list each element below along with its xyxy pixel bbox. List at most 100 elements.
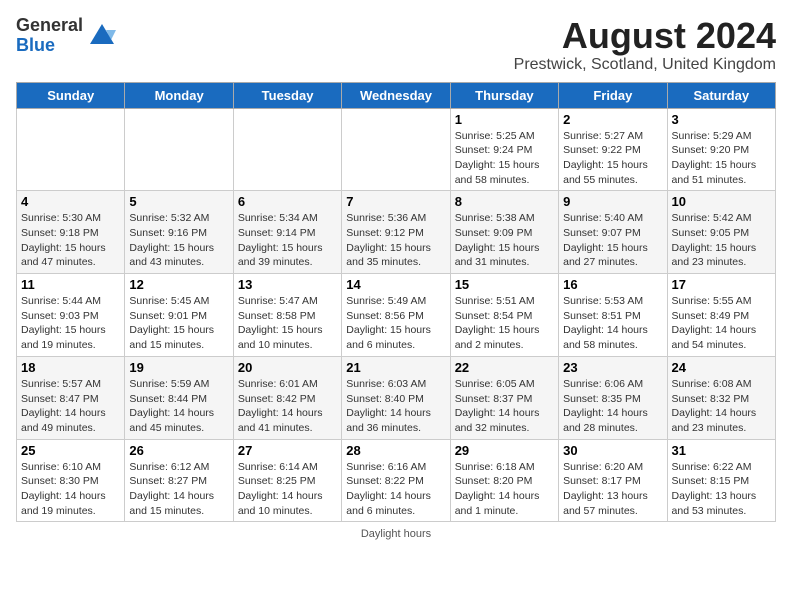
day-number: 10 (672, 194, 771, 209)
day-number: 24 (672, 360, 771, 375)
header-row: SundayMondayTuesdayWednesdayThursdayFrid… (17, 82, 776, 108)
calendar-header: SundayMondayTuesdayWednesdayThursdayFrid… (17, 82, 776, 108)
calendar-cell: 21 Sunrise: 6:03 AM Sunset: 8:40 PM Dayli… (342, 356, 450, 439)
calendar-cell: 30 Sunrise: 6:20 AM Sunset: 8:17 PM Dayli… (559, 439, 667, 522)
calendar-cell (17, 108, 125, 191)
day-info: Sunrise: 5:32 AM Sunset: 9:16 PM Dayligh… (129, 211, 228, 270)
day-number: 26 (129, 443, 228, 458)
day-number: 9 (563, 194, 662, 209)
day-number: 23 (563, 360, 662, 375)
calendar-cell: 1 Sunrise: 5:25 AM Sunset: 9:24 PM Daylig… (450, 108, 558, 191)
calendar-cell: 31 Sunrise: 6:22 AM Sunset: 8:15 PM Dayli… (667, 439, 775, 522)
calendar-cell: 3 Sunrise: 5:29 AM Sunset: 9:20 PM Daylig… (667, 108, 775, 191)
page-header: General Blue August 2024 Prestwick, Scot… (16, 16, 776, 74)
day-info: Sunrise: 5:25 AM Sunset: 9:24 PM Dayligh… (455, 129, 554, 188)
calendar-cell: 16 Sunrise: 5:53 AM Sunset: 8:51 PM Dayli… (559, 274, 667, 357)
month-year-title: August 2024 (514, 16, 776, 56)
calendar-cell: 2 Sunrise: 5:27 AM Sunset: 9:22 PM Daylig… (559, 108, 667, 191)
calendar-cell: 19Sunrise: 5:59 AM Sunset: 8:44 PM Dayli… (125, 356, 233, 439)
day-number: 19 (129, 360, 228, 375)
calendar-cell: 8Sunrise: 5:38 AM Sunset: 9:09 PM Daylig… (450, 191, 558, 274)
day-info: Sunrise: 5:29 AM Sunset: 9:20 PM Dayligh… (672, 129, 771, 188)
day-number: 30 (563, 443, 662, 458)
calendar-cell: 4Sunrise: 5:30 AM Sunset: 9:18 PM Daylig… (17, 191, 125, 274)
calendar-cell: 18 Sunrise: 5:57 AM Sunset: 8:47 PM Dayli… (17, 356, 125, 439)
logo-blue-text: Blue (16, 35, 55, 55)
day-info: Sunrise: 5:51 AM Sunset: 8:54 PM Dayligh… (455, 294, 554, 353)
day-info: Sunrise: 6:18 AM Sunset: 8:20 PM Dayligh… (455, 460, 554, 519)
calendar-week-3: 11Sunrise: 5:44 AM Sunset: 9:03 PM Dayli… (17, 274, 776, 357)
day-number: 16 (563, 277, 662, 292)
calendar-cell: 22 Sunrise: 6:05 AM Sunset: 8:37 PM Dayli… (450, 356, 558, 439)
calendar-week-5: 25Sunrise: 6:10 AM Sunset: 8:30 PM Dayli… (17, 439, 776, 522)
day-info: Sunrise: 6:12 AM Sunset: 8:27 PM Dayligh… (129, 460, 228, 519)
calendar-cell: 26 Sunrise: 6:12 AM Sunset: 8:27 PM Dayli… (125, 439, 233, 522)
day-number: 17 (672, 277, 771, 292)
calendar-week-4: 18 Sunrise: 5:57 AM Sunset: 8:47 PM Dayli… (17, 356, 776, 439)
day-info: Sunrise: 5:38 AM Sunset: 9:09 PM Dayligh… (455, 211, 554, 270)
day-number: 29 (455, 443, 554, 458)
day-info: Sunrise: 6:20 AM Sunset: 8:17 PM Dayligh… (563, 460, 662, 519)
calendar-cell: 23 Sunrise: 6:06 AM Sunset: 8:35 PM Dayli… (559, 356, 667, 439)
day-number: 15 (455, 277, 554, 292)
day-info: Sunrise: 6:06 AM Sunset: 8:35 PM Dayligh… (563, 377, 662, 436)
daylight-hours-label: Daylight hours (361, 528, 431, 540)
calendar-cell (233, 108, 341, 191)
day-info: Sunrise: 6:22 AM Sunset: 8:15 PM Dayligh… (672, 460, 771, 519)
calendar-cell (125, 108, 233, 191)
calendar-cell (342, 108, 450, 191)
day-info: Sunrise: 6:05 AM Sunset: 8:37 PM Dayligh… (455, 377, 554, 436)
calendar-cell: 27 Sunrise: 6:14 AM Sunset: 8:25 PM Dayli… (233, 439, 341, 522)
calendar-cell: 13Sunrise: 5:47 AM Sunset: 8:58 PM Dayli… (233, 274, 341, 357)
location-subtitle: Prestwick, Scotland, United Kingdom (514, 56, 776, 74)
day-info: Sunrise: 6:14 AM Sunset: 8:25 PM Dayligh… (238, 460, 337, 519)
day-info: Sunrise: 5:40 AM Sunset: 9:07 PM Dayligh… (563, 211, 662, 270)
calendar-cell: 28Sunrise: 6:16 AM Sunset: 8:22 PM Dayli… (342, 439, 450, 522)
calendar-cell: 12Sunrise: 5:45 AM Sunset: 9:01 PM Dayli… (125, 274, 233, 357)
day-info: Sunrise: 5:53 AM Sunset: 8:51 PM Dayligh… (563, 294, 662, 353)
calendar-cell: 5 Sunrise: 5:32 AM Sunset: 9:16 PM Daylig… (125, 191, 233, 274)
day-number: 14 (346, 277, 445, 292)
calendar-table: SundayMondayTuesdayWednesdayThursdayFrid… (16, 82, 776, 523)
calendar-cell: 24 Sunrise: 6:08 AM Sunset: 8:32 PM Dayli… (667, 356, 775, 439)
header-day-sunday: Sunday (17, 82, 125, 108)
day-info: Sunrise: 5:42 AM Sunset: 9:05 PM Dayligh… (672, 211, 771, 270)
day-number: 18 (21, 360, 120, 375)
day-number: 27 (238, 443, 337, 458)
day-number: 13 (238, 277, 337, 292)
calendar-cell: 9 Sunrise: 5:40 AM Sunset: 9:07 PM Daylig… (559, 191, 667, 274)
header-day-wednesday: Wednesday (342, 82, 450, 108)
calendar-week-2: 4Sunrise: 5:30 AM Sunset: 9:18 PM Daylig… (17, 191, 776, 274)
day-info: Sunrise: 5:49 AM Sunset: 8:56 PM Dayligh… (346, 294, 445, 353)
title-block: August 2024 Prestwick, Scotland, United … (514, 16, 776, 74)
day-number: 7 (346, 194, 445, 209)
day-number: 2 (563, 112, 662, 127)
day-info: Sunrise: 6:03 AM Sunset: 8:40 PM Dayligh… (346, 377, 445, 436)
day-number: 22 (455, 360, 554, 375)
day-info: Sunrise: 5:45 AM Sunset: 9:01 PM Dayligh… (129, 294, 228, 353)
calendar-cell: 25Sunrise: 6:10 AM Sunset: 8:30 PM Dayli… (17, 439, 125, 522)
day-number: 31 (672, 443, 771, 458)
day-info: Sunrise: 5:57 AM Sunset: 8:47 PM Dayligh… (21, 377, 120, 436)
day-number: 20 (238, 360, 337, 375)
calendar-cell: 29 Sunrise: 6:18 AM Sunset: 8:20 PM Dayli… (450, 439, 558, 522)
day-number: 3 (672, 112, 771, 127)
header-day-monday: Monday (125, 82, 233, 108)
day-info: Sunrise: 5:34 AM Sunset: 9:14 PM Dayligh… (238, 211, 337, 270)
day-info: Sunrise: 6:08 AM Sunset: 8:32 PM Dayligh… (672, 377, 771, 436)
calendar-cell: 14 Sunrise: 5:49 AM Sunset: 8:56 PM Dayli… (342, 274, 450, 357)
calendar-cell: 11Sunrise: 5:44 AM Sunset: 9:03 PM Dayli… (17, 274, 125, 357)
header-day-thursday: Thursday (450, 82, 558, 108)
day-info: Sunrise: 5:55 AM Sunset: 8:49 PM Dayligh… (672, 294, 771, 353)
day-number: 1 (455, 112, 554, 127)
day-number: 25 (21, 443, 120, 458)
logo: General Blue (16, 16, 118, 56)
header-day-friday: Friday (559, 82, 667, 108)
day-number: 21 (346, 360, 445, 375)
day-number: 28 (346, 443, 445, 458)
logo-icon (86, 20, 118, 52)
day-info: Sunrise: 5:27 AM Sunset: 9:22 PM Dayligh… (563, 129, 662, 188)
day-number: 4 (21, 194, 120, 209)
day-number: 5 (129, 194, 228, 209)
calendar-cell: 17 Sunrise: 5:55 AM Sunset: 8:49 PM Dayli… (667, 274, 775, 357)
